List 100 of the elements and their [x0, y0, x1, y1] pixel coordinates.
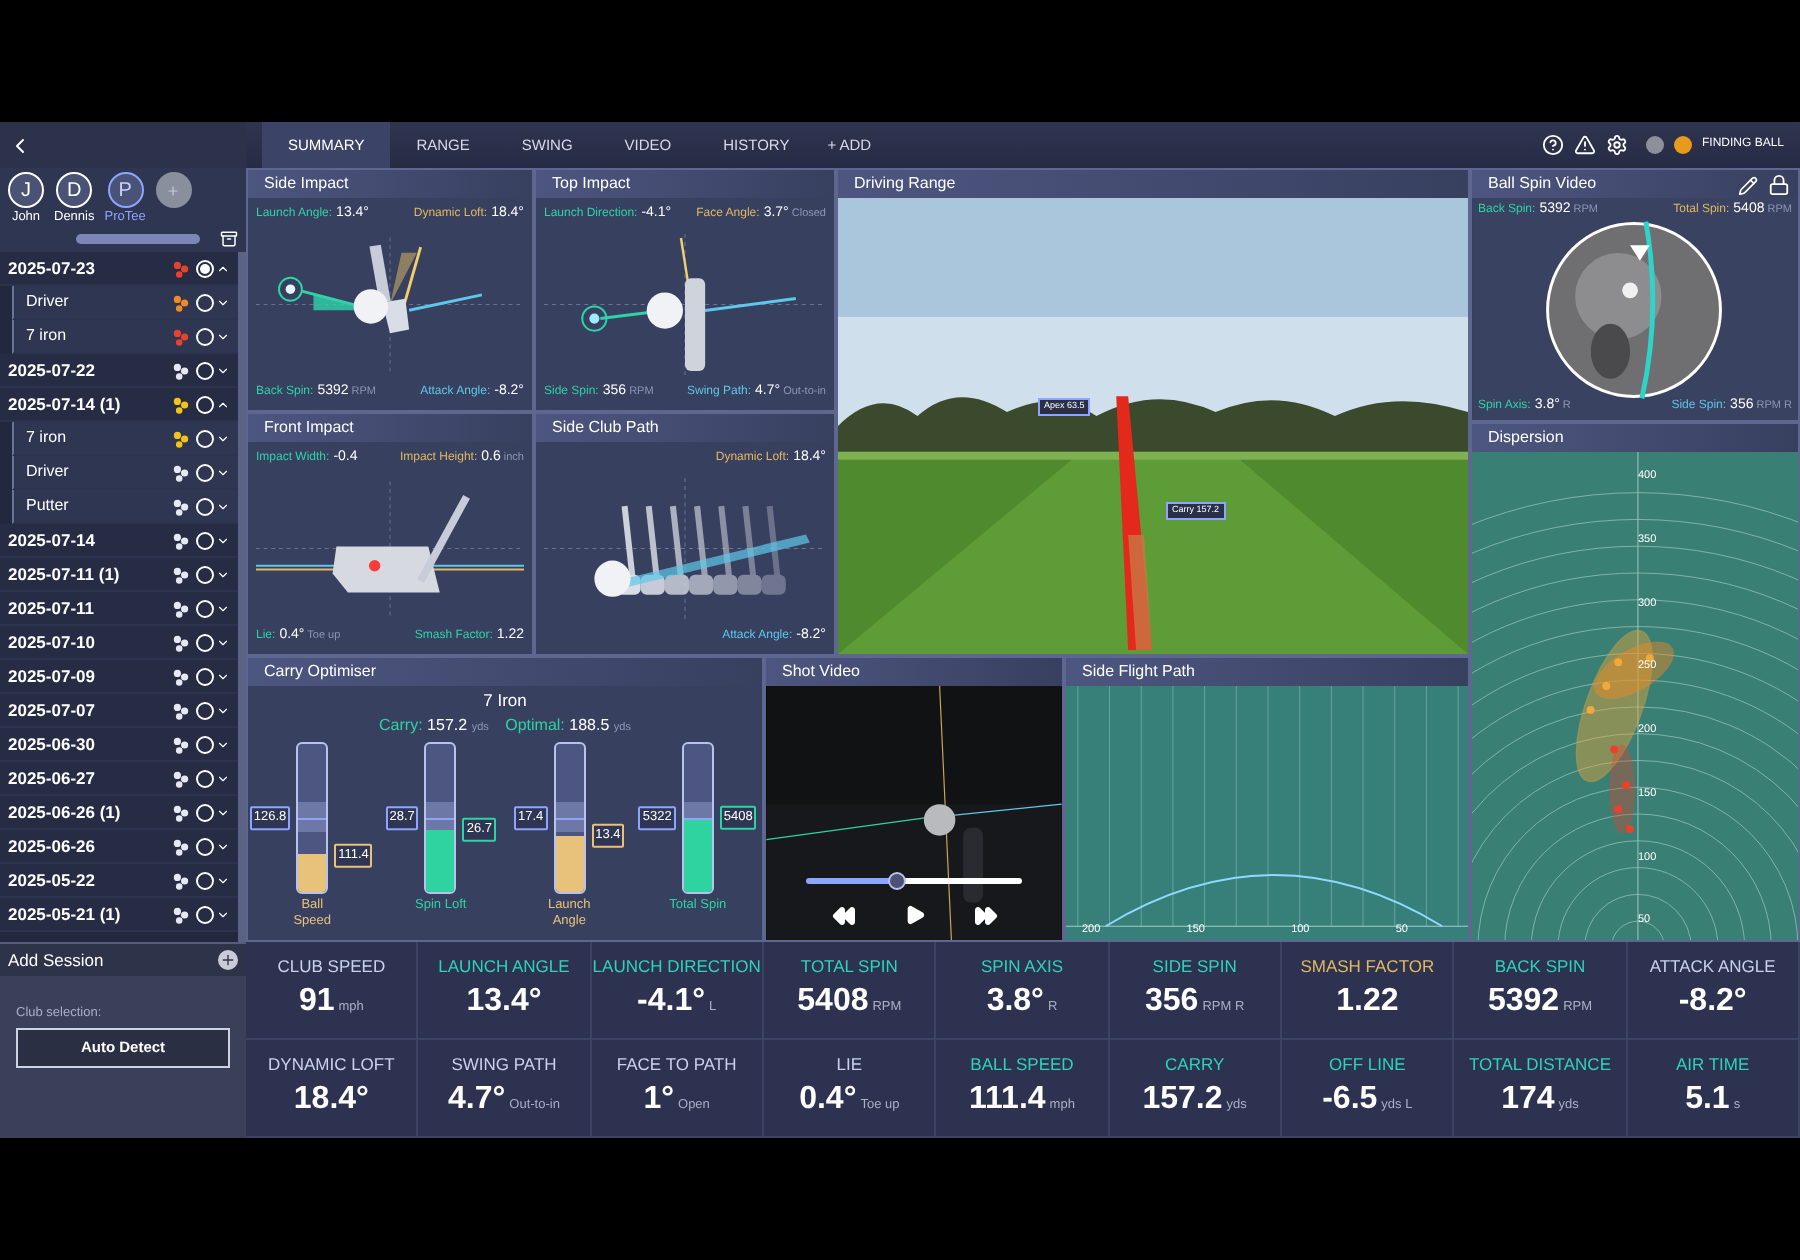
session-item[interactable]: 2025-07-11 — [0, 592, 238, 626]
metric-label: TOTAL SPIN — [800, 953, 898, 979]
session-item[interactable]: 7 iron — [12, 422, 238, 456]
session-item[interactable]: 2025-06-26 — [0, 830, 238, 864]
status-light-icon — [1673, 136, 1692, 154]
target-line — [555, 817, 584, 820]
radio-button[interactable] — [196, 667, 214, 685]
metric-value: 18.4° — [293, 1080, 369, 1121]
radio-button[interactable] — [196, 735, 214, 753]
session-date: 7 iron — [26, 324, 69, 348]
session-item[interactable]: Driver — [12, 286, 238, 320]
radio-button[interactable] — [196, 599, 214, 617]
radio-button[interactable] — [196, 395, 214, 413]
chevron-down-icon[interactable] — [216, 839, 230, 853]
session-date: 2025-07-07 — [8, 697, 97, 723]
scroll-bar[interactable] — [76, 233, 200, 244]
metric-label: AIR TIME — [1675, 1051, 1750, 1077]
chevron-down-icon[interactable] — [216, 703, 230, 717]
chevron-down-icon[interactable] — [216, 669, 230, 683]
radio-button[interactable] — [196, 463, 214, 481]
chevron-down-icon[interactable] — [216, 873, 230, 887]
chevron-down-icon[interactable] — [216, 295, 230, 309]
session-date: 2025-05-21 (1) — [8, 901, 123, 927]
chevron-up-icon[interactable] — [216, 397, 230, 411]
scroll-bar[interactable] — [238, 252, 246, 942]
chevron-down-icon[interactable] — [216, 737, 230, 751]
session-date: Putter — [26, 494, 71, 518]
metric-value: 13.4° — [466, 982, 542, 1023]
radio-button[interactable] — [196, 633, 214, 651]
pencil-icon[interactable] — [1738, 176, 1758, 196]
session-item[interactable]: 2025-07-14 (1) — [0, 388, 238, 422]
rewind-button[interactable] — [831, 904, 855, 928]
add-session-button[interactable] — [218, 950, 238, 970]
session-date: 2025-07-11 (1) — [8, 561, 122, 587]
session-item[interactable]: 2025-07-14 — [0, 524, 238, 558]
chevron-down-icon[interactable] — [216, 567, 230, 581]
club-name: 7 Iron — [483, 688, 527, 714]
chevron-down-icon[interactable] — [216, 805, 230, 819]
session-item[interactable]: 2025-05-21 (1) — [0, 898, 238, 932]
session-item[interactable]: 2025-06-30 — [0, 728, 238, 762]
fast-forward-button[interactable] — [973, 904, 997, 928]
radio-button[interactable] — [196, 293, 214, 311]
help-icon[interactable] — [1541, 134, 1564, 156]
radio-button[interactable] — [196, 803, 214, 821]
metric-label: OFF LINE — [1329, 1051, 1406, 1077]
radio-button[interactable] — [196, 871, 214, 889]
chevron-down-icon[interactable] — [216, 329, 230, 343]
metric-label: CLUB SPEED — [277, 953, 386, 979]
radio-button[interactable] — [196, 497, 214, 515]
chevron-down-icon[interactable] — [216, 499, 230, 513]
radio-button[interactable] — [196, 565, 214, 583]
session-item[interactable]: 2025-07-11 (1) — [0, 558, 238, 592]
session-item[interactable]: 2025-07-22 — [0, 354, 238, 388]
radio-button[interactable] — [196, 905, 214, 923]
chevron-down-icon[interactable] — [216, 635, 230, 649]
metric-label: ATTACK ANGLE — [1649, 953, 1776, 979]
session-item[interactable]: 2025-07-10 — [0, 626, 238, 660]
chevron-up-icon[interactable] — [216, 261, 230, 275]
settings-icon[interactable] — [1605, 134, 1628, 156]
session-item[interactable]: 2025-07-23 — [0, 252, 238, 286]
chevron-down-icon[interactable] — [216, 431, 230, 445]
seek-bar[interactable] — [806, 878, 1022, 884]
add-player-button[interactable] — [155, 172, 192, 208]
radio-button[interactable] — [196, 429, 214, 447]
warning-icon[interactable] — [1573, 134, 1596, 156]
player-initial: J — [8, 172, 44, 208]
radio-button[interactable] — [196, 361, 214, 379]
metric-label: LIE — [836, 1051, 863, 1077]
chevron-down-icon[interactable] — [216, 465, 230, 479]
player-initial: P — [107, 172, 144, 208]
session-item[interactable]: 2025-07-07 — [0, 694, 238, 728]
lock-icon[interactable] — [1768, 174, 1790, 196]
session-date: 2025-06-26 (1) — [8, 799, 123, 825]
play-button[interactable] — [903, 904, 925, 926]
session-item[interactable]: Driver — [12, 456, 238, 490]
session-item[interactable]: 2025-07-09 — [0, 660, 238, 694]
metric-value: 1.22 — [1336, 982, 1399, 1023]
metric-label: FACE TO PATH — [616, 1051, 737, 1077]
radio-button[interactable] — [196, 837, 214, 855]
player-initial: D — [56, 172, 93, 208]
add-session-title: Add Session — [8, 947, 104, 973]
session-item[interactable]: 7 iron — [12, 320, 238, 354]
session-date: 2025-06-30 — [8, 731, 97, 757]
chevron-down-icon[interactable] — [216, 601, 230, 615]
radio-button[interactable] — [196, 327, 214, 345]
session-item[interactable]: 2025-06-27 — [0, 762, 238, 796]
chevron-down-icon[interactable] — [216, 771, 230, 785]
chevron-down-icon[interactable] — [216, 907, 230, 921]
session-item[interactable]: Putter — [12, 490, 238, 524]
radio-button[interactable] — [196, 259, 214, 277]
radio-button[interactable] — [196, 769, 214, 787]
plus-icon — [220, 952, 236, 968]
session-item[interactable]: 2025-05-22 — [0, 864, 238, 898]
radio-button[interactable] — [196, 701, 214, 719]
session-item[interactable]: 2025-06-26 (1) — [0, 796, 238, 830]
chevron-down-icon[interactable] — [216, 363, 230, 377]
archive-icon[interactable] — [220, 229, 238, 248]
radio-button[interactable] — [196, 531, 214, 549]
chevron-down-icon[interactable] — [216, 533, 230, 547]
session-date: 2025-07-09 — [8, 663, 97, 689]
